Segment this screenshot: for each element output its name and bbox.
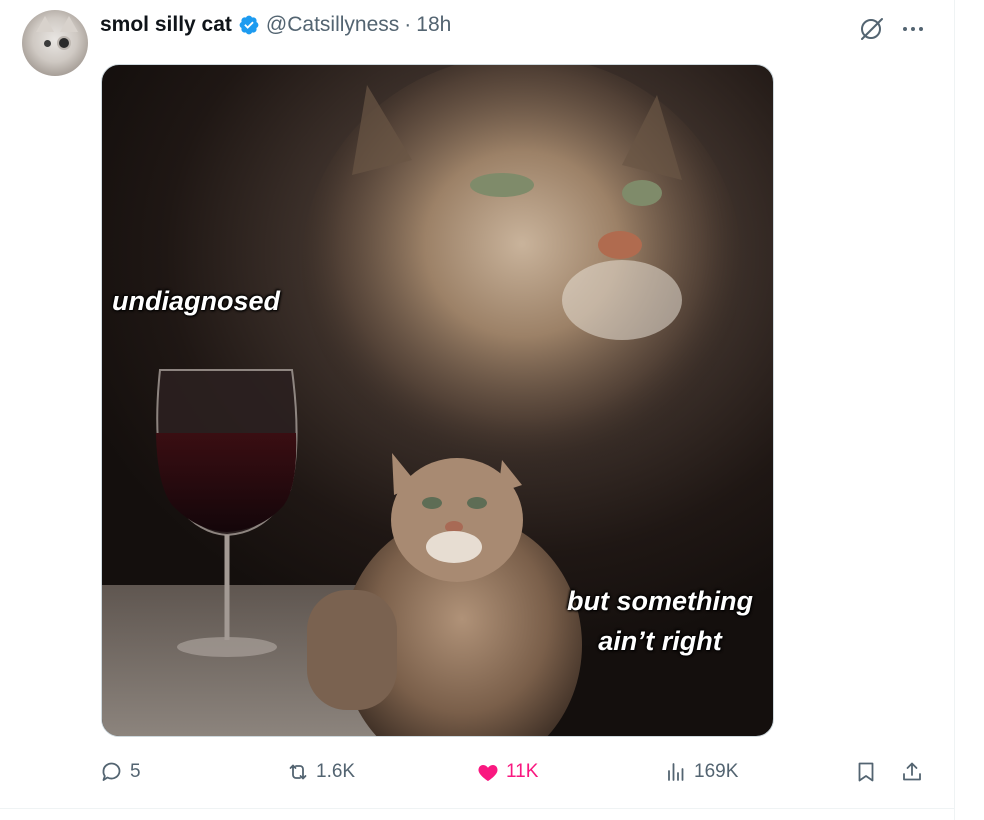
bookmark-button[interactable]	[854, 754, 878, 790]
repost-count: 1.6K	[316, 761, 356, 782]
views-count: 169K	[694, 761, 739, 782]
views-button[interactable]: 169K	[664, 754, 738, 790]
reply-count: 5	[130, 761, 141, 782]
avatar[interactable]	[22, 10, 88, 76]
tweet-header: smol silly cat @Catsillyness · 18h	[100, 10, 451, 40]
verified-badge-icon[interactable]	[238, 14, 260, 36]
avatar-ear	[36, 16, 54, 32]
avatar-eye	[44, 40, 51, 47]
big-cat-eye	[470, 173, 534, 197]
column-border	[954, 0, 955, 820]
meme-caption-top: undiagnosed	[112, 286, 280, 316]
avatar-eye	[59, 38, 69, 48]
reply-button[interactable]: 5	[100, 754, 141, 790]
tweet-image[interactable]: undiagnosed but something ain’t right	[101, 64, 774, 737]
like-button[interactable]: 11K	[476, 754, 538, 790]
share-button[interactable]	[900, 754, 924, 790]
like-icon	[478, 765, 498, 781]
share-icon	[903, 762, 921, 781]
author-display-name[interactable]: smol silly cat	[100, 13, 232, 37]
author-handle[interactable]: @Catsillyness	[266, 13, 399, 37]
grok-icon[interactable]	[856, 14, 886, 44]
views-icon	[668, 763, 684, 781]
bookmark-icon	[858, 762, 874, 782]
reply-icon	[102, 762, 121, 781]
timestamp[interactable]: 18h	[416, 13, 451, 37]
big-cat-eye	[622, 180, 662, 206]
meme-caption-bottom: but something ain’t right	[567, 586, 753, 656]
avatar-ear	[60, 16, 78, 32]
small-cat	[307, 453, 582, 736]
like-count: 11K	[506, 761, 539, 782]
repost-icon	[289, 764, 307, 780]
separator-dot: ·	[404, 13, 412, 36]
repost-button[interactable]: 1.6K	[286, 754, 355, 790]
more-icon[interactable]	[898, 14, 928, 44]
tweet-divider	[0, 808, 954, 809]
